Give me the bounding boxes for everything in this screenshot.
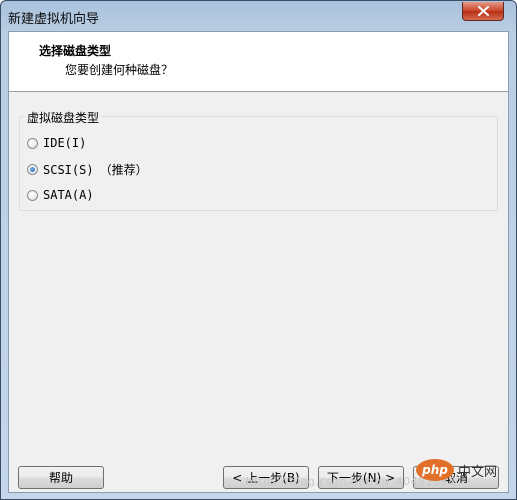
title-bar[interactable]: 新建虚拟机向导	[1, 1, 516, 31]
wizard-window: 新建虚拟机向导 选择磁盘类型 您要创建何种磁盘？ 虚拟磁盘类型 IDE(I) S…	[0, 0, 517, 500]
radio-ide-label[interactable]: IDE(I)	[43, 136, 86, 150]
radio-sata[interactable]: SATA(A)	[27, 188, 94, 202]
php-logo: php	[416, 459, 454, 481]
close-icon	[477, 6, 489, 16]
close-button[interactable]	[462, 2, 504, 21]
radio-scsi[interactable]: SCSI(S) （推荐）	[27, 161, 148, 178]
window-title: 新建虚拟机向导	[8, 12, 100, 27]
radio-circle-icon[interactable]	[27, 189, 38, 201]
wizard-header: 选择磁盘类型 您要创建何种磁盘？	[9, 32, 508, 92]
radio-circle-icon[interactable]	[27, 137, 38, 149]
radio-sata-label[interactable]: SATA(A)	[43, 188, 94, 202]
wizard-client-area: 选择磁盘类型 您要创建何种磁盘？ 虚拟磁盘类型 IDE(I) SCSI(S) （…	[8, 31, 509, 493]
help-button[interactable]: 帮助	[18, 466, 104, 489]
page-title: 选择磁盘类型	[39, 44, 112, 58]
radio-ide[interactable]: IDE(I)	[27, 136, 86, 150]
site-watermark-text: 中文网	[458, 465, 498, 480]
disk-type-group-legend: 虚拟磁盘类型	[25, 109, 102, 126]
radio-scsi-recommended-note: （推荐）	[99, 163, 148, 177]
radio-circle-checked-icon[interactable]	[27, 164, 38, 175]
radio-scsi-label[interactable]: SCSI(S)	[43, 163, 94, 177]
page-subtitle: 您要创建何种磁盘？	[65, 63, 174, 77]
